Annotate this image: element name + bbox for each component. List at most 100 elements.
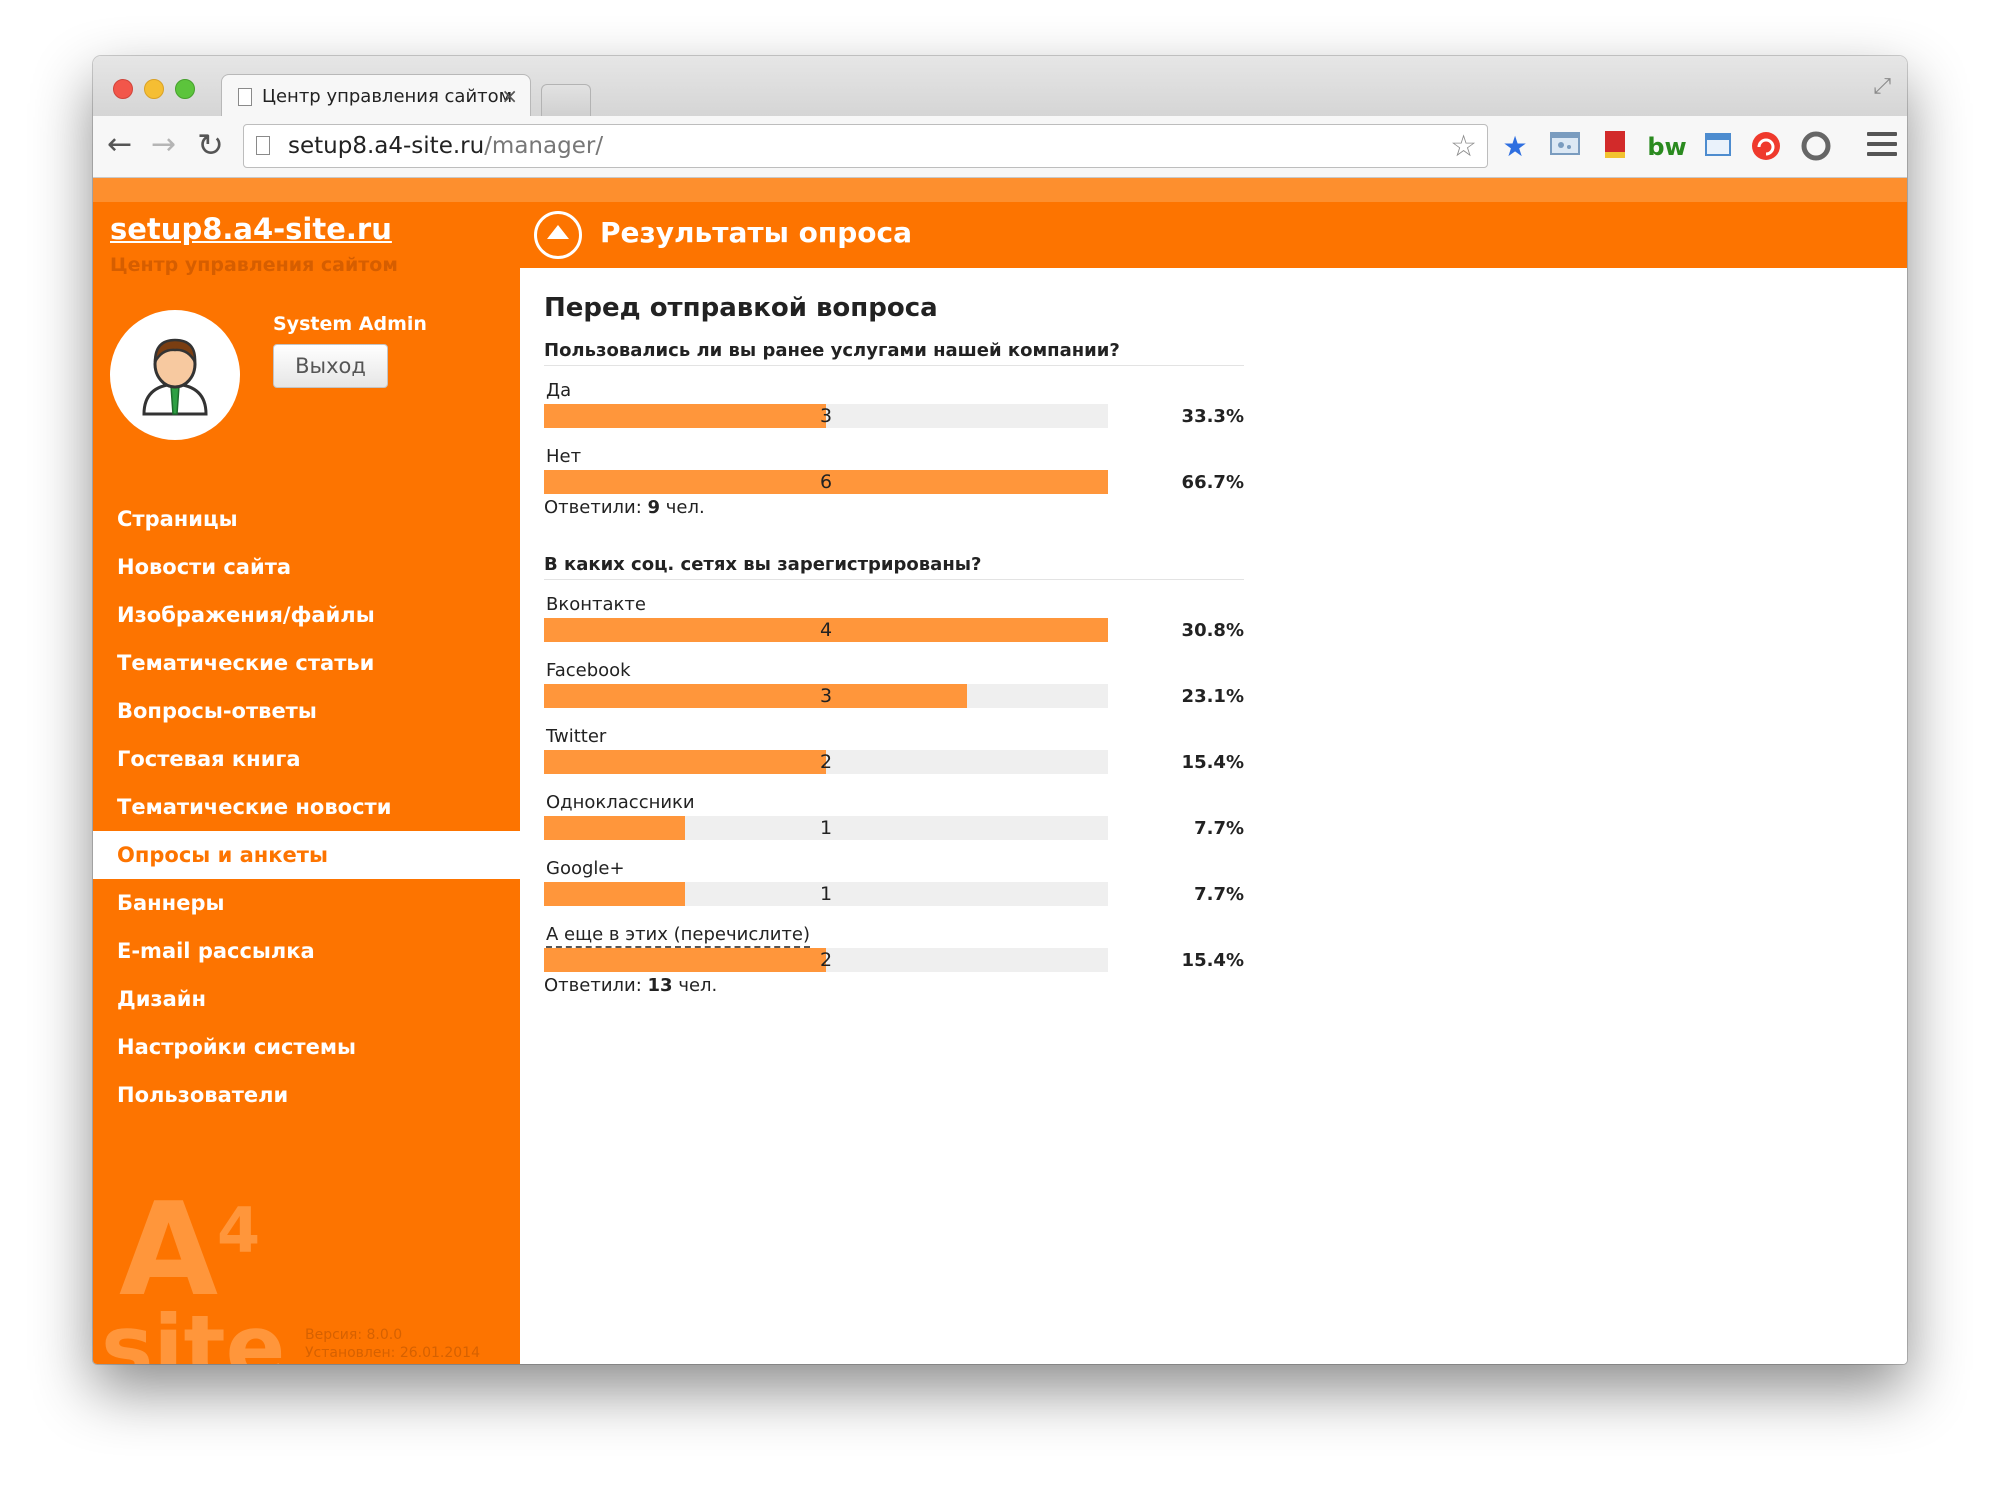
zoom-window-button[interactable] bbox=[175, 79, 195, 99]
avatar bbox=[110, 310, 240, 440]
answer-percent: 15.4% bbox=[1181, 950, 1244, 971]
sidebar: setup8.a4-site.ru Центр управления сайто… bbox=[93, 202, 520, 1364]
forward-arrow-icon[interactable]: → bbox=[151, 128, 176, 162]
title-bar: Центр управления сайтом × ⤢ bbox=[93, 56, 1907, 118]
answer-row: Facebook 3 23.1% bbox=[544, 660, 1244, 726]
version-text: Версия: 8.0.0 bbox=[305, 1327, 403, 1343]
calendar-icon[interactable] bbox=[1701, 130, 1735, 164]
logout-button[interactable]: Выход bbox=[273, 344, 388, 388]
sidebar-item-banners[interactable]: Баннеры bbox=[93, 879, 520, 927]
tab-close-icon[interactable]: × bbox=[501, 84, 518, 108]
bar-track: 3 bbox=[544, 684, 1108, 708]
top-strip bbox=[93, 178, 1907, 202]
sidebar-item-topic-news[interactable]: Тематические новости bbox=[93, 783, 520, 831]
question-block: В каких соц. сетях вы зарегистрированы? … bbox=[544, 550, 1244, 1004]
site-subtitle: Центр управления сайтом bbox=[110, 254, 398, 276]
screenshot-icon[interactable] bbox=[1548, 130, 1582, 164]
bar-track: 6 bbox=[544, 470, 1108, 494]
version-info: Версия: 8.0.0 Установлен: 26.01.2014 bbox=[305, 1326, 480, 1362]
bar-track: 3 bbox=[544, 404, 1108, 428]
question-text: В каких соц. сетях вы зарегистрированы? bbox=[544, 550, 1244, 580]
back-arrow-icon[interactable]: ← bbox=[107, 128, 132, 162]
answer-label: Вконтакте bbox=[546, 594, 646, 615]
browser-tab[interactable]: Центр управления сайтом × bbox=[221, 74, 531, 118]
answer-label: Да bbox=[546, 380, 572, 401]
page-icon bbox=[238, 88, 252, 106]
browser-toolbar: ← → ↻ setup8.a4-site.ru/manager/ ☆ ★ bw bbox=[93, 116, 1907, 178]
bar-track: 1 bbox=[544, 816, 1108, 840]
sidebar-item-polls[interactable]: Опросы и анкеты bbox=[93, 831, 520, 879]
answer-label: Twitter bbox=[546, 726, 607, 747]
new-tab-button[interactable] bbox=[541, 84, 591, 116]
bar-track: 2 bbox=[544, 750, 1108, 774]
answer-count: 4 bbox=[819, 619, 833, 641]
answer-label: Facebook bbox=[546, 660, 631, 681]
sidebar-item-faq[interactable]: Вопросы-ответы bbox=[93, 687, 520, 735]
answer-percent: 7.7% bbox=[1194, 818, 1244, 839]
page-title: Результаты опроса bbox=[600, 216, 913, 249]
circle-icon[interactable] bbox=[1799, 130, 1833, 164]
close-window-button[interactable] bbox=[113, 79, 133, 99]
url-text[interactable]: setup8.a4-site.ru/manager/ bbox=[288, 133, 603, 159]
poll-title: Перед отправкой вопроса bbox=[544, 293, 938, 323]
site-link[interactable]: setup8.a4-site.ru bbox=[110, 212, 392, 246]
sidebar-item-site-news[interactable]: Новости сайта bbox=[93, 543, 520, 591]
answer-row: Одноклассники 1 7.7% bbox=[544, 792, 1244, 858]
address-bar[interactable]: setup8.a4-site.ru/manager/ ☆ bbox=[243, 124, 1488, 168]
user-avatar-icon bbox=[142, 338, 208, 416]
answer-count: 1 bbox=[819, 883, 833, 905]
star-bookmark-icon[interactable]: ★ bbox=[1498, 130, 1532, 164]
sidebar-item-articles[interactable]: Тематические статьи bbox=[93, 639, 520, 687]
user-name: System Admin bbox=[273, 313, 427, 335]
answer-count: 3 bbox=[819, 685, 833, 707]
answer-label: Нет bbox=[546, 446, 582, 467]
page-icon bbox=[256, 136, 270, 155]
svg-text:4: 4 bbox=[217, 1194, 260, 1267]
a4-site-logo: A 4 site bbox=[101, 1182, 285, 1364]
refresh-red-icon[interactable] bbox=[1749, 130, 1783, 164]
sidebar-item-images-files[interactable]: Изображения/файлы bbox=[93, 591, 520, 639]
sidebar-item-pages[interactable]: Страницы bbox=[93, 495, 520, 543]
question-block: Пользовались ли вы ранее услугами нашей … bbox=[544, 336, 1244, 526]
book-icon[interactable] bbox=[1598, 130, 1632, 164]
answer-percent: 33.3% bbox=[1181, 406, 1244, 427]
sidebar-item-settings[interactable]: Настройки системы bbox=[93, 1023, 520, 1071]
answer-percent: 30.8% bbox=[1181, 620, 1244, 641]
answer-row: А еще в этих (перечислите) 2 15.4% bbox=[544, 924, 1244, 990]
answer-label-other[interactable]: А еще в этих (перечислите) bbox=[546, 924, 811, 948]
answer-percent: 23.1% bbox=[1181, 686, 1244, 707]
sidebar-item-users[interactable]: Пользователи bbox=[93, 1071, 520, 1119]
bookmark-star-icon[interactable]: ☆ bbox=[1450, 129, 1477, 164]
collapse-up-icon[interactable] bbox=[534, 211, 582, 259]
reload-icon[interactable]: ↻ bbox=[197, 128, 224, 162]
answer-row: Google+ 1 7.7% bbox=[544, 858, 1244, 924]
answer-count: 6 bbox=[819, 471, 833, 493]
answer-count: 2 bbox=[819, 949, 833, 971]
bar-track: 2 bbox=[544, 948, 1108, 972]
sidebar-item-guestbook[interactable]: Гостевая книга bbox=[93, 735, 520, 783]
fullscreen-icon[interactable]: ⤢ bbox=[1873, 74, 1891, 99]
minimize-window-button[interactable] bbox=[144, 79, 164, 99]
sidebar-item-design[interactable]: Дизайн bbox=[93, 975, 520, 1023]
installed-date: Установлен: 26.01.2014 bbox=[305, 1345, 480, 1361]
answer-row: Нет 6 66.7% bbox=[544, 446, 1244, 512]
answer-label: Одноклассники bbox=[546, 792, 695, 813]
svg-text:site: site bbox=[101, 1296, 285, 1364]
answer-percent: 15.4% bbox=[1181, 752, 1244, 773]
answer-percent: 7.7% bbox=[1194, 884, 1244, 905]
bw-icon[interactable]: bw bbox=[1645, 130, 1689, 164]
answer-row: Вконтакте 4 30.8% bbox=[544, 594, 1244, 660]
answer-count: 3 bbox=[819, 405, 833, 427]
answer-count: 1 bbox=[819, 817, 833, 839]
poll-results: Перед отправкой вопроса Пользовались ли … bbox=[544, 286, 1244, 1004]
tab-title: Центр управления сайтом bbox=[262, 86, 513, 107]
main-header: Результаты опроса bbox=[520, 202, 1907, 268]
question-text: Пользовались ли вы ранее услугами нашей … bbox=[544, 336, 1244, 366]
menu-icon[interactable] bbox=[1867, 132, 1897, 158]
sidebar-item-email[interactable]: E-mail рассылка bbox=[93, 927, 520, 975]
browser-window: Центр управления сайтом × ⤢ ← → ↻ setup8… bbox=[93, 56, 1907, 1364]
bar-track: 4 bbox=[544, 618, 1108, 642]
answer-label: Google+ bbox=[546, 858, 625, 879]
answer-percent: 66.7% bbox=[1181, 472, 1244, 493]
page: setup8.a4-site.ru Центр управления сайто… bbox=[93, 178, 1907, 1364]
